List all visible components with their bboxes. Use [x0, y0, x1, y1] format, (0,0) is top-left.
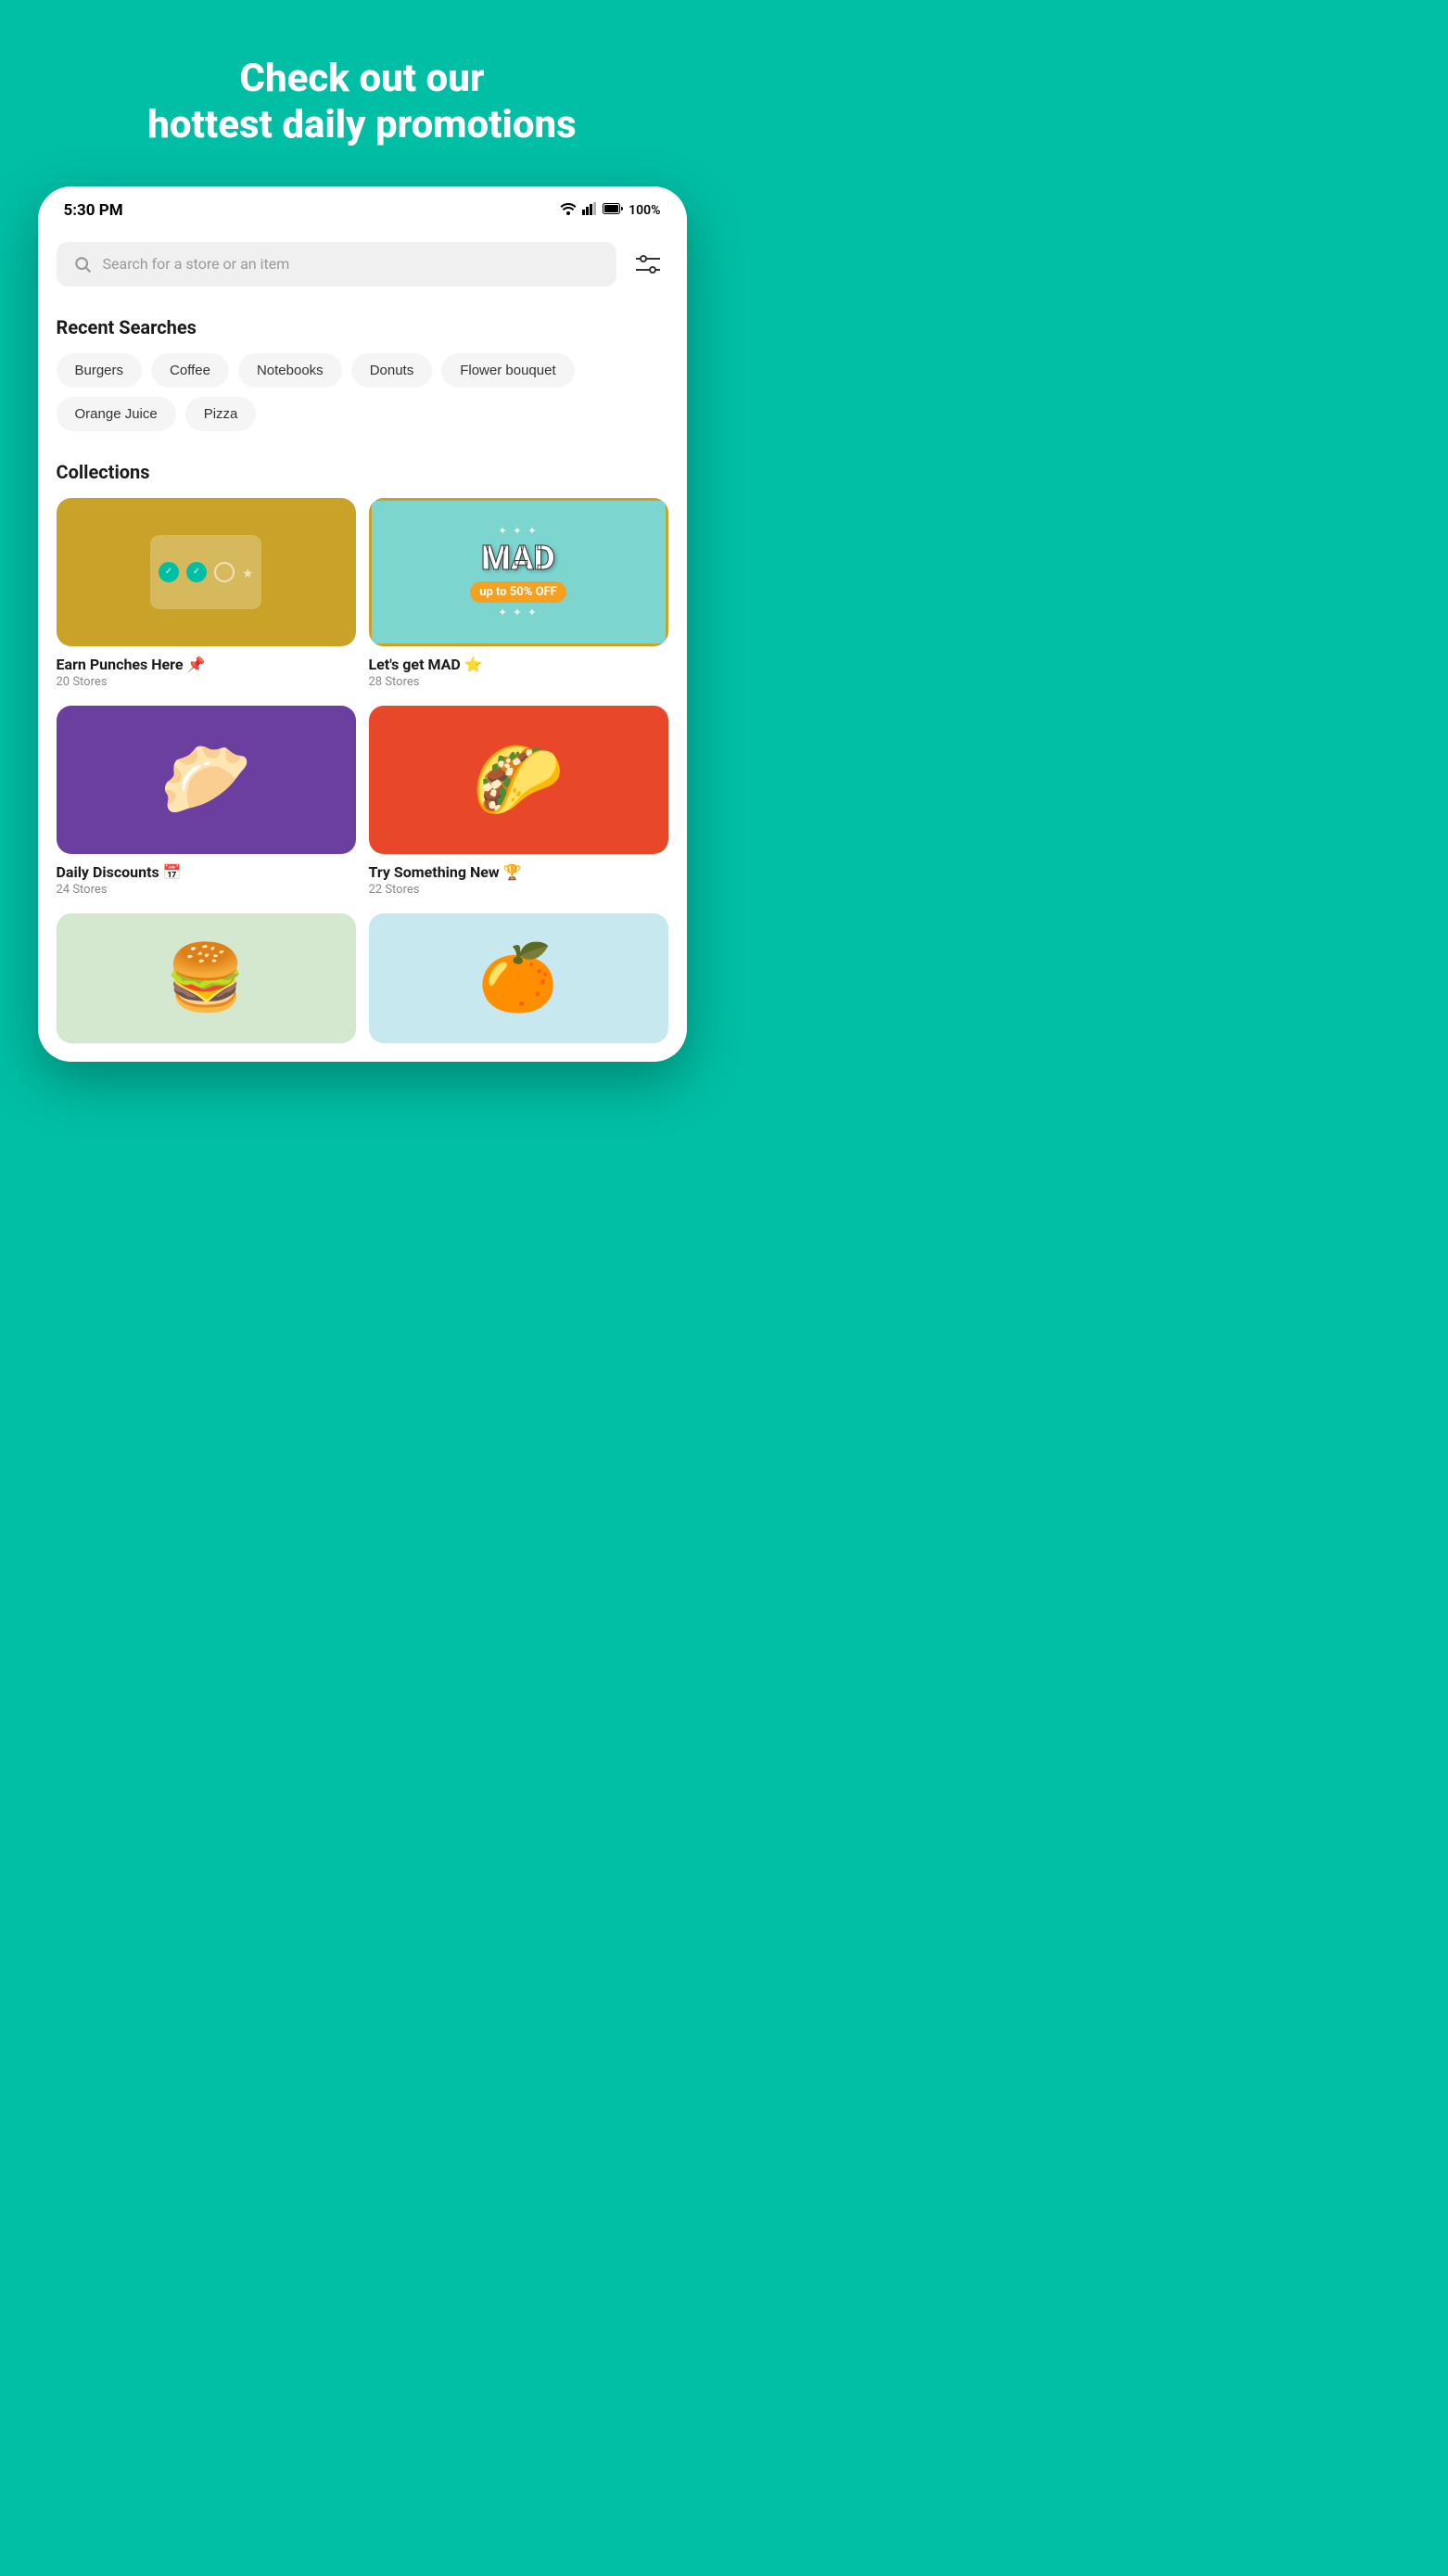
- dumpling-emoji: 🥟: [159, 736, 252, 823]
- battery-icon: [603, 202, 623, 219]
- punch-star: ★: [242, 567, 253, 578]
- search-section: Search for a store or an item: [38, 227, 687, 301]
- search-placeholder: Search for a store or an item: [103, 255, 290, 273]
- phone-container: 5:30 PM: [38, 186, 687, 1062]
- mad-image: ✦ ✦ ✦ MAD up to 50% OFF ✦ ✦ ✦: [369, 498, 668, 646]
- wifi-icon: [560, 202, 577, 219]
- tag-donuts[interactable]: Donuts: [351, 353, 433, 388]
- mad-badge: ✦ ✦ ✦ MAD up to 50% OFF ✦ ✦ ✦: [470, 525, 566, 618]
- earn-punches-name: Earn Punches Here 📌: [57, 656, 356, 673]
- status-time: 5:30 PM: [64, 201, 123, 220]
- search-icon: [73, 255, 92, 274]
- collections-grid: ✓ ✓ ★ Earn Punches Here 📌 20 Stores: [57, 498, 668, 900]
- tag-pizza[interactable]: Pizza: [185, 397, 257, 431]
- collection-card-daily-discounts[interactable]: 🥟 Daily Discounts 📅 24 Stores: [57, 706, 356, 900]
- more-cards-row: 🍔 🍊: [57, 913, 668, 1043]
- try-new-info: Try Something New 🏆 22 Stores: [369, 854, 668, 900]
- tag-burgers[interactable]: Burgers: [57, 353, 143, 388]
- card-burger[interactable]: 🍔: [57, 913, 356, 1043]
- phone-screen: 5:30 PM: [38, 186, 687, 1062]
- collection-card-earn-punches[interactable]: ✓ ✓ ★ Earn Punches Here 📌 20 Stores: [57, 498, 356, 693]
- filter-icon: [636, 255, 660, 274]
- punch-1: ✓: [159, 562, 179, 582]
- filter-button[interactable]: [628, 244, 668, 285]
- daily-discounts-name: Daily Discounts 📅: [57, 863, 356, 881]
- collections-title: Collections: [57, 461, 668, 483]
- recent-searches-title: Recent Searches: [57, 316, 668, 338]
- mad-stores: 28 Stores: [369, 675, 668, 689]
- tag-orange-juice[interactable]: Orange Juice: [57, 397, 176, 431]
- try-new-stores: 22 Stores: [369, 883, 668, 897]
- search-bar[interactable]: Search for a store or an item: [57, 242, 616, 287]
- mad-name: Let's get MAD ⭐: [369, 656, 668, 673]
- battery-percent: 100%: [629, 203, 660, 218]
- daily-discounts-info: Daily Discounts 📅 24 Stores: [57, 854, 356, 900]
- daily-discounts-image: 🥟: [57, 706, 356, 854]
- earn-punches-stores: 20 Stores: [57, 675, 356, 689]
- status-icons: 100%: [560, 202, 660, 219]
- signal-icon: [582, 202, 597, 219]
- tag-notebooks[interactable]: Notebooks: [238, 353, 342, 388]
- daily-discounts-stores: 24 Stores: [57, 883, 356, 897]
- earn-punches-info: Earn Punches Here 📌 20 Stores: [57, 646, 356, 693]
- punch-card-visual: ✓ ✓ ★: [150, 535, 261, 609]
- collections-section: Collections ✓ ✓ ★: [38, 446, 687, 1062]
- try-new-name: Try Something New 🏆: [369, 863, 668, 881]
- collection-card-try-new[interactable]: 🌮 Try Something New 🏆 22 Stores: [369, 706, 668, 900]
- punch-2: ✓: [186, 562, 207, 582]
- collection-card-mad[interactable]: ✦ ✦ ✦ MAD up to 50% OFF ✦ ✦ ✦ Let's get …: [369, 498, 668, 693]
- try-new-image: 🌮: [369, 706, 668, 854]
- tag-flower-bouquet[interactable]: Flower bouquet: [441, 353, 574, 388]
- taco-emoji: 🌮: [472, 736, 565, 823]
- header-section: Check out our hottest daily promotions: [0, 0, 724, 186]
- header-title: Check out our hottest daily promotions: [37, 56, 687, 149]
- status-bar: 5:30 PM: [38, 186, 687, 227]
- burger-emoji: 🍔: [165, 940, 246, 1016]
- tags-container: Burgers Coffee Notebooks Donuts Flower b…: [57, 353, 668, 431]
- recent-searches-section: Recent Searches Burgers Coffee Notebooks…: [38, 301, 687, 446]
- tag-coffee[interactable]: Coffee: [151, 353, 229, 388]
- earn-punches-image: ✓ ✓ ★: [57, 498, 356, 646]
- card-citrus[interactable]: 🍊: [369, 913, 668, 1043]
- citrus-emoji: 🍊: [477, 940, 558, 1016]
- mad-info: Let's get MAD ⭐ 28 Stores: [369, 646, 668, 693]
- punch-3: [214, 562, 235, 582]
